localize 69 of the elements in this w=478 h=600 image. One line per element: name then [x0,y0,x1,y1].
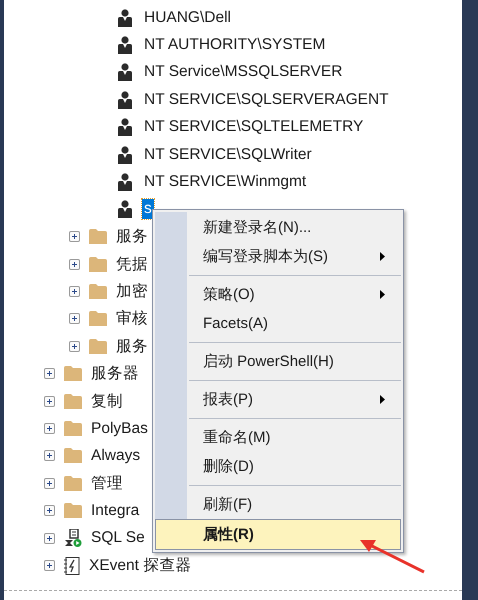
submenu-arrow-icon [380,252,385,261]
tree-item[interactable]: 凭据 [114,252,150,276]
expand-icon[interactable] [44,396,55,407]
folder-icon [64,503,82,518]
tree-item[interactable]: 服务 [114,225,150,248]
expand-icon[interactable] [69,313,80,324]
folder-icon [89,256,107,272]
folder-icon [64,476,82,491]
login-item[interactable]: NT SERVICE\SQLSERVERAGENT [142,90,391,110]
submenu-arrow-icon [380,395,385,404]
tree-item[interactable]: PolyBas [89,418,150,439]
login-item[interactable]: NT SERVICE\SQLWriter [142,144,314,165]
expand-icon[interactable] [44,532,55,544]
menu-item[interactable]: Facets(A) [155,309,401,338]
submenu-arrow-icon [380,290,385,299]
user-icon [118,173,132,192]
menu-item[interactable]: 刷新(F) [155,490,401,519]
menu-item[interactable]: 新建登录名(N)... [155,213,401,242]
expand-icon[interactable] [44,450,55,462]
tree-item[interactable]: 服务 [114,334,150,358]
login-item[interactable]: NT SERVICE\SQLTELEMETRY [142,117,366,138]
menu-item[interactable]: 编写登录脚本为(S) [155,242,401,271]
folder-icon [64,366,82,382]
expand-icon[interactable] [44,368,55,380]
folder-icon [64,394,82,409]
login-item[interactable]: NT SERVICE\Winmgmt [142,172,308,192]
expand-icon[interactable] [69,286,80,298]
agent-icon [64,529,82,548]
expand-icon[interactable] [69,258,80,270]
expand-icon[interactable] [69,340,80,352]
user-icon [118,90,132,109]
tree-item[interactable]: 管理 [89,472,125,495]
expand-icon[interactable] [44,560,55,571]
user-icon [118,146,132,164]
login-item[interactable]: NT AUTHORITY\SYSTEM [142,35,328,56]
user-icon [118,36,132,54]
expand-icon[interactable] [44,423,55,434]
menu-item[interactable]: 重命名(M) [155,423,401,452]
menu-item[interactable]: 报表(P) [155,385,401,414]
user-icon [118,118,132,136]
folder-icon [64,421,82,436]
folder-icon [64,448,82,464]
folder-icon [89,311,107,326]
tree-item[interactable]: SQL Se [89,528,147,548]
tree-item[interactable]: 服务器 [89,362,141,386]
user-icon [118,63,132,82]
expand-icon[interactable] [69,231,80,242]
menu-item[interactable]: 删除(D) [155,452,401,481]
tree-item[interactable]: Integra [89,500,142,521]
login-item[interactable]: s [142,199,154,220]
menu-item[interactable]: 启动 PowerShell(H) [155,347,401,376]
user-icon [118,8,132,27]
login-item[interactable]: HUANG\Dell [142,8,233,28]
tree-item[interactable]: 加密 [114,280,150,304]
expand-icon[interactable] [44,478,55,489]
tree-item[interactable]: Always [89,446,142,466]
xevent-icon [64,556,80,574]
annotation-arrow [360,540,425,574]
user-icon [118,200,132,218]
tree-item[interactable]: XEvent 探查器 [87,554,194,577]
menu-item[interactable]: 策略(O) [155,280,401,309]
login-item[interactable]: NT Service\MSSQLSERVER [142,62,344,82]
menu-item[interactable]: 属性(R) [155,519,401,550]
folder-icon [89,229,107,244]
tree-item[interactable]: 复制 [89,390,125,413]
expand-icon[interactable] [44,505,55,516]
folder-icon [89,284,107,300]
tree-item[interactable]: 审核 [114,307,150,330]
folder-icon [89,338,107,354]
